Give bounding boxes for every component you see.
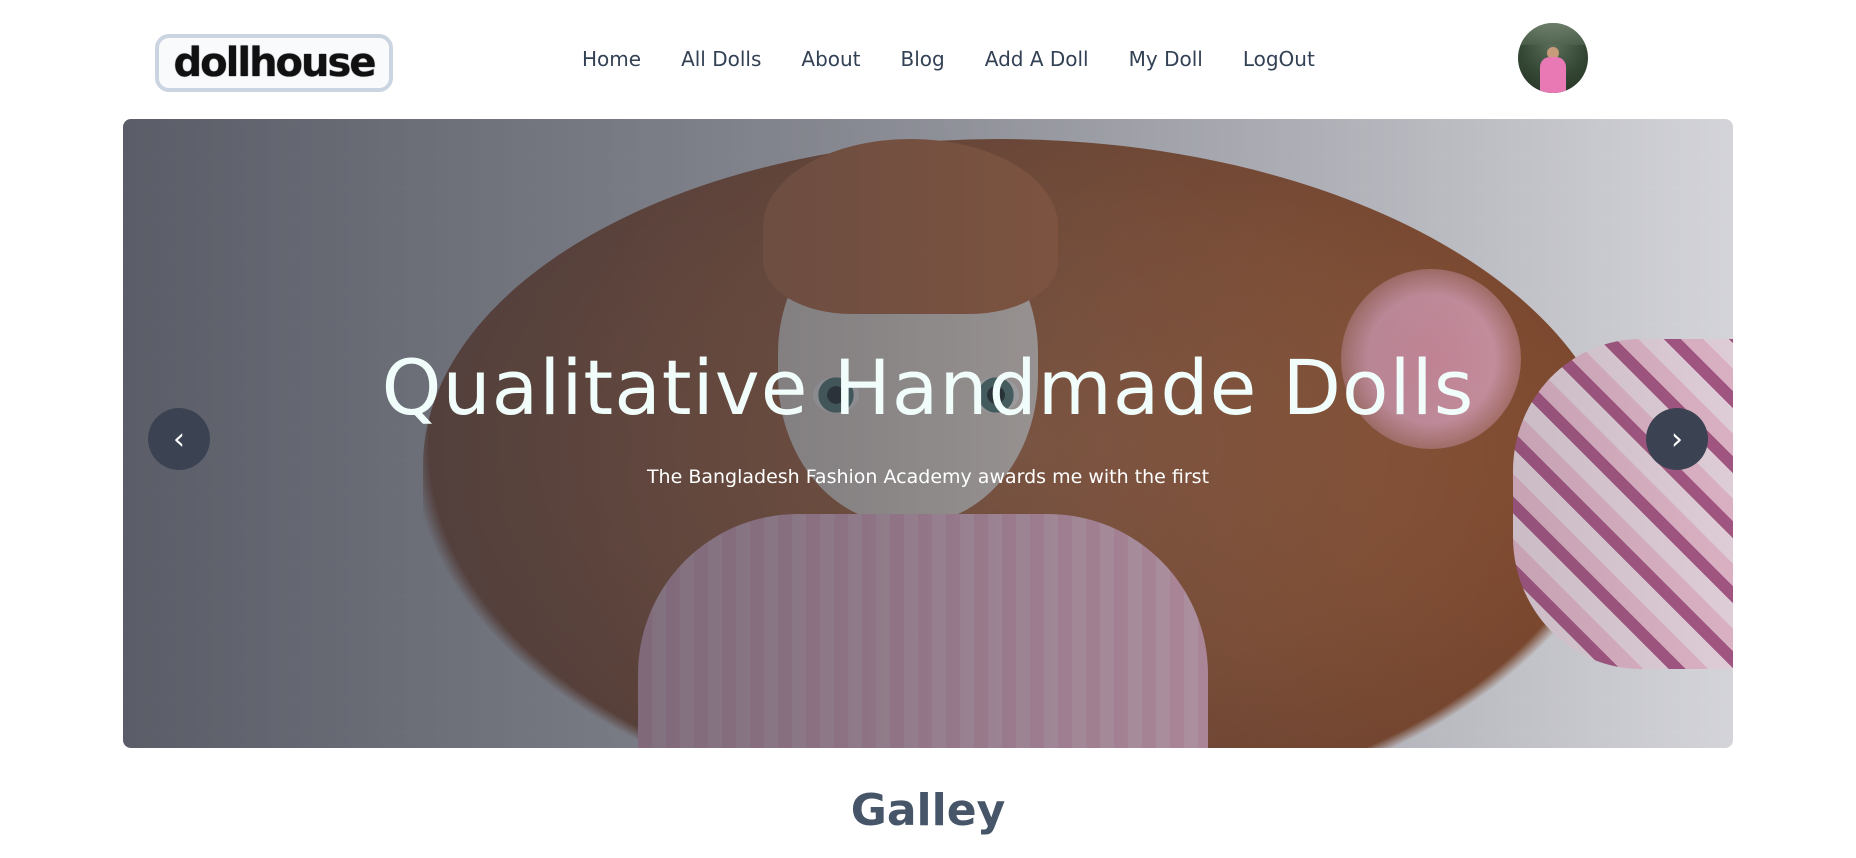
nav-all-dolls-link[interactable]: All Dolls (681, 47, 761, 71)
site-logo[interactable]: dollhouse (155, 34, 393, 92)
navbar: dollhouse Home All Dolls About Blog Add … (0, 0, 1856, 118)
banner-title: Qualitative Handmade Dolls (381, 343, 1475, 432)
hero-carousel: Qualitative Handmade Dolls The Banglades… (123, 119, 1733, 748)
nav-blog-link[interactable]: Blog (901, 47, 945, 71)
carousel-next-button[interactable]: › (1646, 408, 1708, 470)
nav-about-link[interactable]: About (801, 47, 860, 71)
nav-home-link[interactable]: Home (582, 47, 641, 71)
gallery-title: Galley (850, 785, 1006, 836)
chevron-left-icon: ‹ (173, 421, 185, 457)
nav-my-doll-link[interactable]: My Doll (1129, 47, 1203, 71)
user-avatar[interactable] (1518, 23, 1588, 93)
nav-add-a-doll-link[interactable]: Add A Doll (985, 47, 1089, 71)
banner-content: Qualitative Handmade Dolls The Banglades… (123, 119, 1733, 748)
banner-subtitle: The Bangladesh Fashion Academy awards me… (646, 466, 1210, 488)
nav-logout-link[interactable]: LogOut (1243, 47, 1315, 71)
main-nav: Home All Dolls About Blog Add A Doll My … (582, 44, 1355, 74)
carousel-prev-button[interactable]: ‹ (148, 408, 210, 470)
chevron-right-icon: › (1671, 421, 1683, 457)
avatar-background (1518, 23, 1588, 45)
avatar-person-body (1540, 57, 1566, 93)
